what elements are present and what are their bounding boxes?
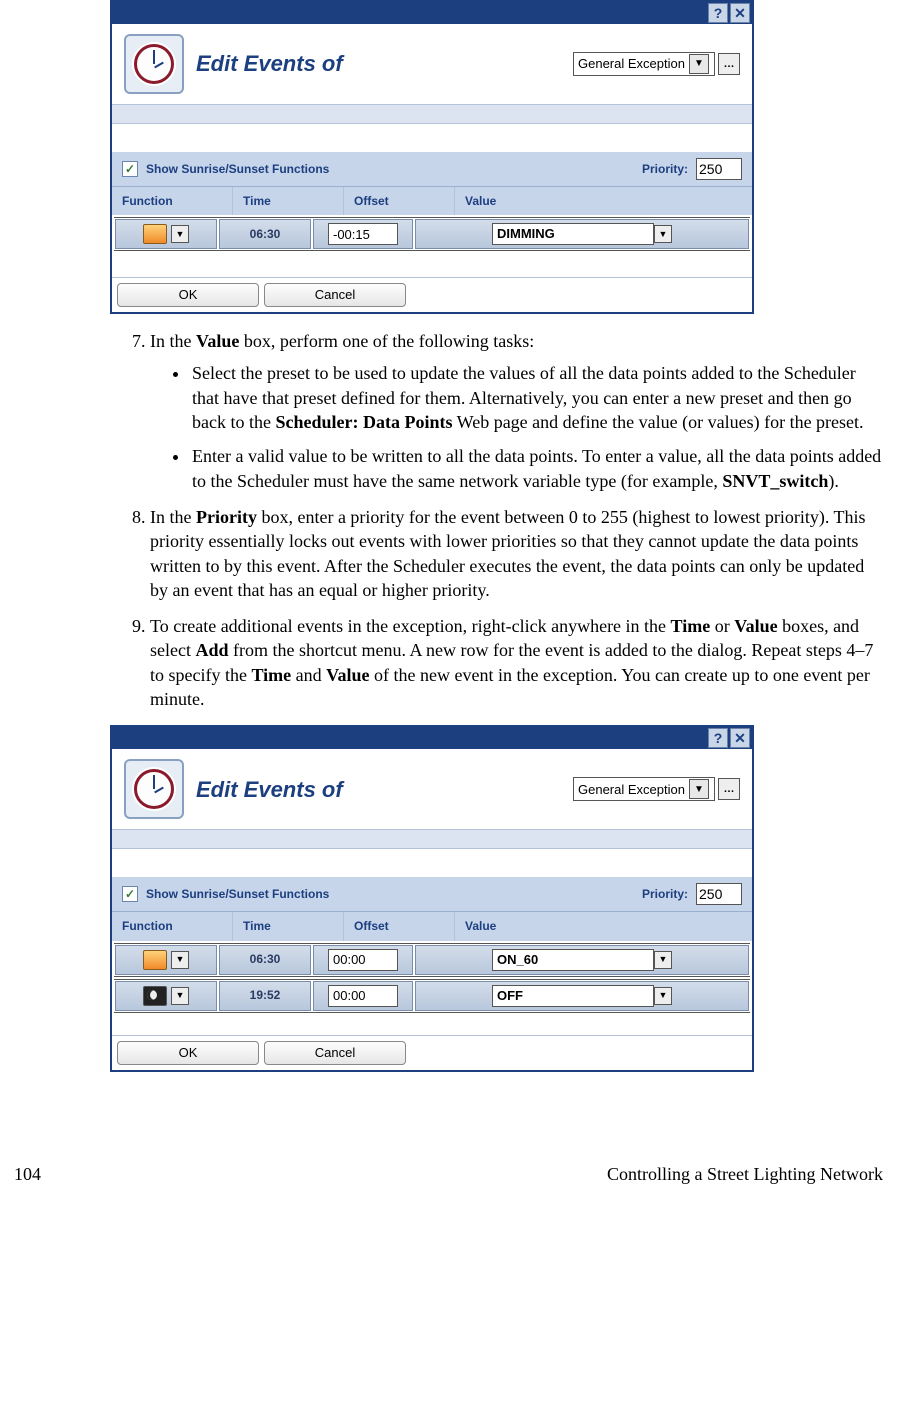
value-select[interactable]: OFF ▼ — [492, 985, 672, 1007]
time-cell: 06:30 — [219, 945, 311, 975]
ok-button[interactable]: OK — [117, 283, 259, 307]
step-7: In the Value box, perform one of the fol… — [150, 329, 887, 493]
clock-icon — [124, 759, 184, 819]
time-cell: 06:30 — [219, 219, 311, 249]
event-row: ▼ 06:30 DIMMING ▼ — [114, 217, 750, 251]
help-icon[interactable]: ? — [708, 3, 728, 23]
chevron-down-icon[interactable]: ▼ — [654, 225, 672, 243]
clock-icon — [124, 34, 184, 94]
col-time: Time — [233, 187, 344, 215]
step-7-bullet-2: Enter a valid value to be written to all… — [190, 444, 883, 493]
offset-input[interactable] — [328, 223, 398, 245]
show-sunrise-checkbox[interactable]: ✓ — [122, 161, 138, 177]
dialog-title: Edit Events of — [196, 775, 561, 805]
value-cell: DIMMING ▼ — [415, 219, 749, 249]
col-function: Function — [112, 912, 233, 940]
priority-label: Priority: — [642, 886, 688, 902]
function-cell[interactable]: ▼ — [115, 945, 217, 975]
exception-select[interactable]: General Exception ▼ — [573, 52, 715, 76]
chevron-down-icon[interactable]: ▼ — [654, 951, 672, 969]
chevron-down-icon[interactable]: ▼ — [171, 987, 189, 1005]
chevron-down-icon[interactable]: ▼ — [654, 987, 672, 1005]
sunrise-icon — [143, 950, 167, 970]
edit-events-dialog-2: ? ✕ Edit Events of General Exception ▼ …… — [110, 725, 754, 1071]
dialog-title: Edit Events of — [196, 49, 561, 79]
event-row: ▼ 19:52 OFF ▼ — [114, 979, 750, 1013]
exception-select[interactable]: General Exception ▼ — [573, 777, 715, 801]
priority-label: Priority: — [642, 161, 688, 177]
close-icon[interactable]: ✕ — [730, 728, 750, 748]
value-cell: ON_60 ▼ — [415, 945, 749, 975]
ok-button[interactable]: OK — [117, 1041, 259, 1065]
edit-events-dialog-1: ? ✕ Edit Events of General Exception ▼ …… — [110, 0, 754, 314]
col-function: Function — [112, 187, 233, 215]
function-cell[interactable]: ▼ — [115, 981, 217, 1011]
chevron-down-icon[interactable]: ▼ — [171, 225, 189, 243]
event-row: ▼ 06:30 ON_60 ▼ — [114, 943, 750, 977]
column-headers: Function Time Offset Value — [112, 911, 752, 940]
show-sunrise-label: Show Sunrise/Sunset Functions — [146, 161, 634, 177]
value-select[interactable]: DIMMING ▼ — [492, 223, 672, 245]
value-select-text: OFF — [492, 985, 654, 1007]
step-8: In the Priority box, enter a priority fo… — [150, 505, 887, 602]
chevron-down-icon[interactable]: ▼ — [689, 54, 709, 74]
page-number: 104 — [14, 1162, 41, 1186]
offset-cell — [313, 945, 413, 975]
priority-input[interactable] — [696, 883, 742, 905]
exception-select-value: General Exception — [574, 781, 689, 799]
step-9: To create additional events in the excep… — [150, 614, 887, 711]
col-value: Value — [455, 187, 752, 215]
offset-cell — [313, 981, 413, 1011]
function-cell[interactable]: ▼ — [115, 219, 217, 249]
offset-input[interactable] — [328, 985, 398, 1007]
priority-input[interactable] — [696, 158, 742, 180]
titlebar: ? ✕ — [112, 727, 752, 749]
exception-select-value: General Exception — [574, 55, 689, 73]
value-select-text: ON_60 — [492, 949, 654, 971]
col-offset: Offset — [344, 912, 455, 940]
col-time: Time — [233, 912, 344, 940]
value-select-text: DIMMING — [492, 223, 654, 245]
close-icon[interactable]: ✕ — [730, 3, 750, 23]
cancel-button[interactable]: Cancel — [264, 283, 406, 307]
step-7-bullet-1: Select the preset to be used to update t… — [190, 361, 883, 434]
page-footer: 104 Controlling a Street Lighting Networ… — [10, 1162, 887, 1186]
chevron-down-icon[interactable]: ▼ — [171, 951, 189, 969]
browse-button[interactable]: … — [718, 53, 740, 75]
column-headers: Function Time Offset Value — [112, 186, 752, 215]
titlebar: ? ✕ — [112, 2, 752, 24]
browse-button[interactable]: … — [718, 778, 740, 800]
chevron-down-icon[interactable]: ▼ — [689, 779, 709, 799]
sunset-icon — [143, 986, 167, 1006]
sunrise-icon — [143, 224, 167, 244]
offset-input[interactable] — [328, 949, 398, 971]
cancel-button[interactable]: Cancel — [264, 1041, 406, 1065]
time-cell: 19:52 — [219, 981, 311, 1011]
col-offset: Offset — [344, 187, 455, 215]
show-sunrise-checkbox[interactable]: ✓ — [122, 886, 138, 902]
value-cell: OFF ▼ — [415, 981, 749, 1011]
footer-title: Controlling a Street Lighting Network — [607, 1162, 883, 1186]
value-select[interactable]: ON_60 ▼ — [492, 949, 672, 971]
help-icon[interactable]: ? — [708, 728, 728, 748]
show-sunrise-label: Show Sunrise/Sunset Functions — [146, 886, 634, 902]
col-value: Value — [455, 912, 752, 940]
offset-cell — [313, 219, 413, 249]
